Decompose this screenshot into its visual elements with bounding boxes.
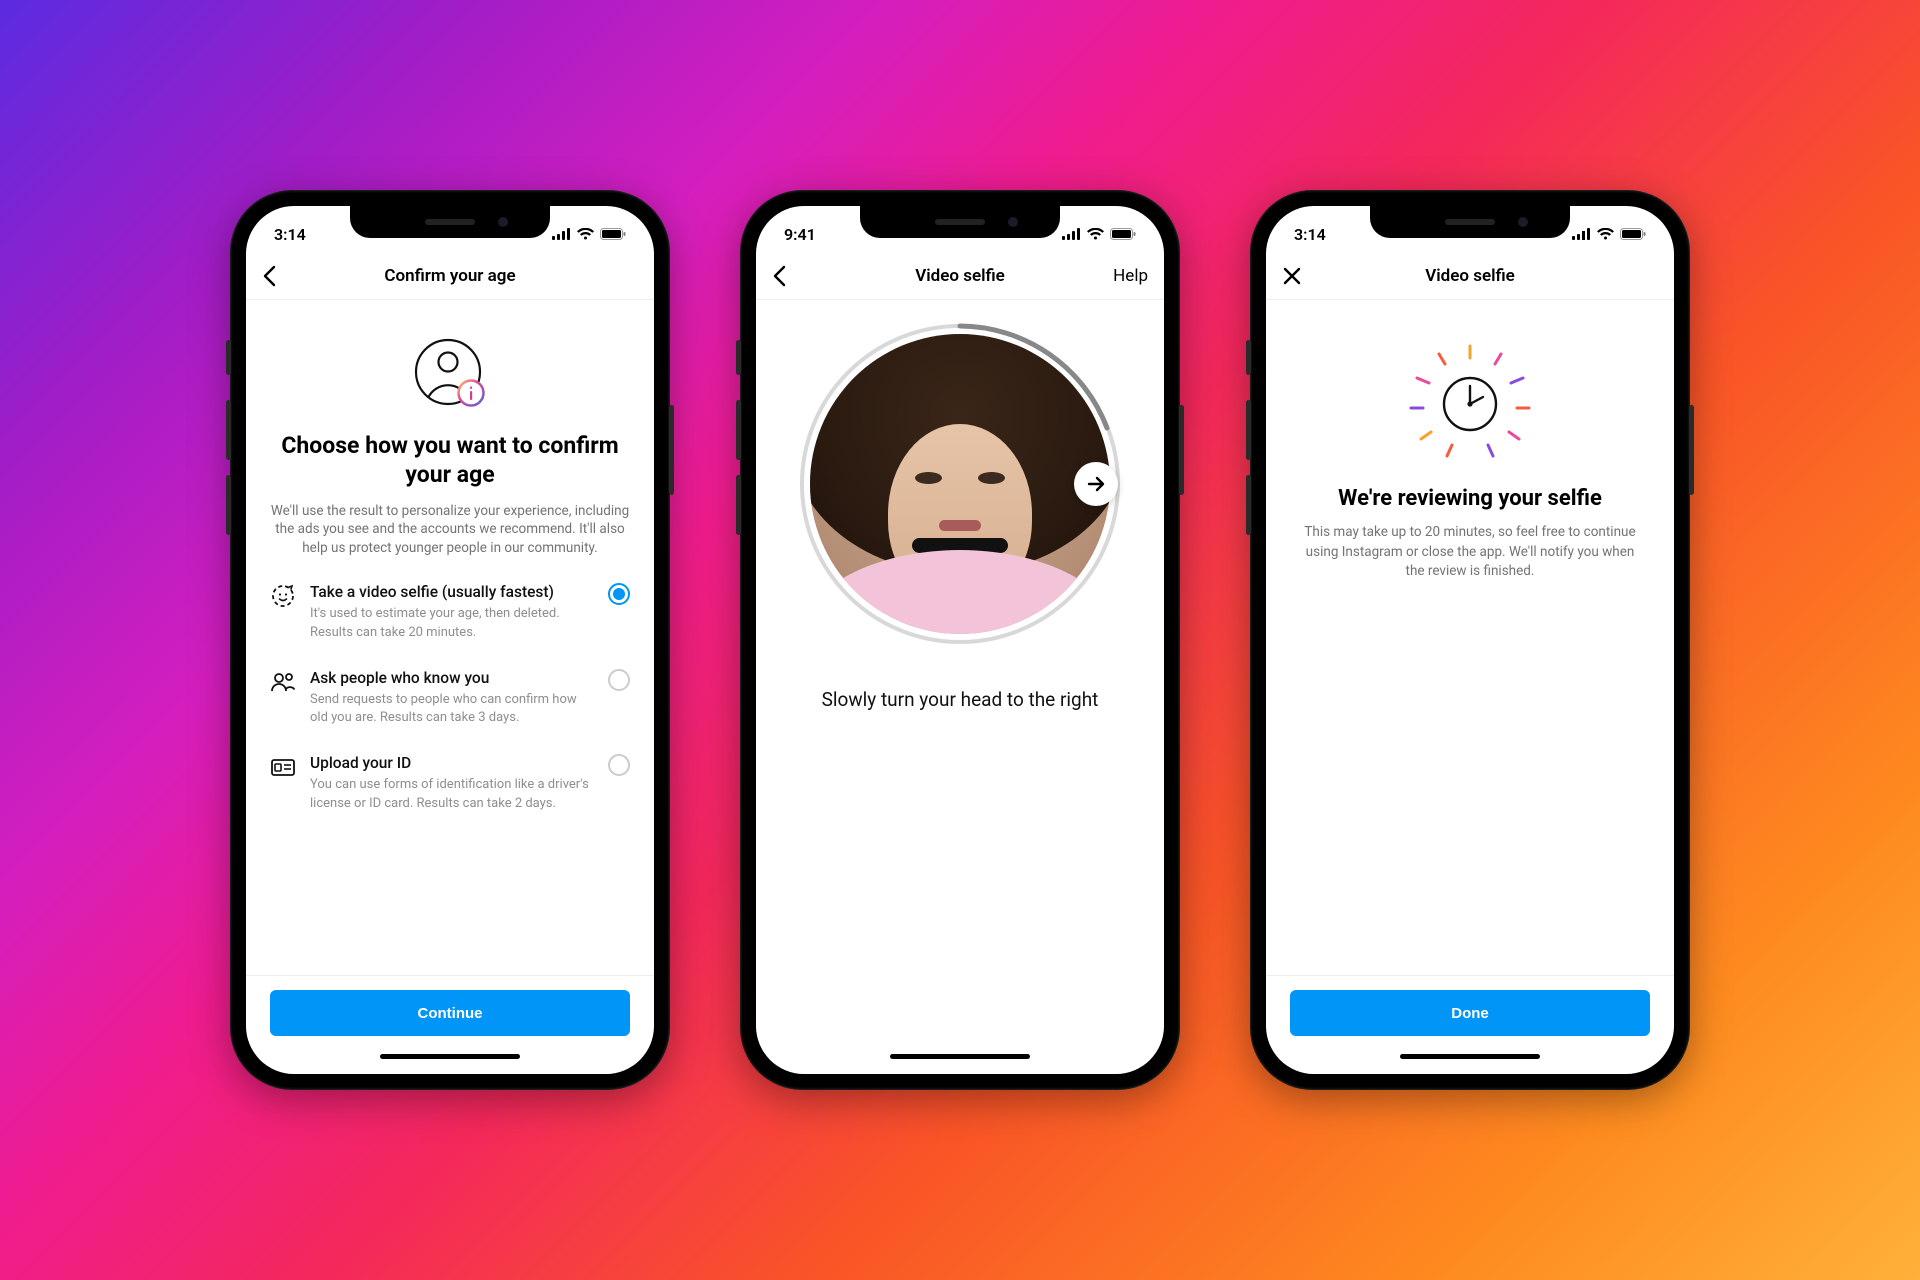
option-upload-id[interactable]: Upload your ID You can use forms of iden… — [270, 753, 630, 813]
id-card-icon — [270, 754, 296, 784]
selfie-preview — [810, 334, 1110, 634]
screen-1: 3:14 Confirm your age — [246, 206, 654, 1074]
chevron-left-icon — [262, 265, 276, 287]
help-link[interactable]: Help — [1108, 266, 1148, 286]
wifi-icon — [1597, 228, 1614, 240]
option-title: Ask people who know you — [310, 668, 594, 688]
status-time: 3:14 — [1294, 225, 1326, 244]
wifi-icon — [1087, 228, 1104, 240]
home-indicator — [756, 1044, 1164, 1074]
chevron-left-icon — [772, 265, 786, 287]
option-desc: You can use forms of identification like… — [310, 776, 594, 812]
screen-2: 9:41 Video selfie Help — [756, 206, 1164, 1074]
phone-mockup-2: 9:41 Video selfie Help — [740, 190, 1180, 1090]
status-indicators — [1062, 228, 1136, 240]
nav-title: Confirm your age — [246, 266, 654, 286]
option-video-selfie[interactable]: Take a video selfie (usually fastest) It… — [270, 582, 630, 642]
notch — [1370, 206, 1570, 238]
page-subtext: This may take up to 20 minutes, so feel … — [1290, 523, 1650, 582]
notch — [350, 206, 550, 238]
option-title: Take a video selfie (usually fastest) — [310, 582, 594, 602]
page-heading: We're reviewing your selfie — [1290, 486, 1650, 511]
option-ask-people[interactable]: Ask people who know you Send requests to… — [270, 668, 630, 728]
selfie-capture-ring — [810, 334, 1110, 634]
button-label: Done — [1451, 1005, 1489, 1022]
option-desc: It's used to estimate your age, then del… — [310, 605, 594, 641]
page-heading: Choose how you want to confirm your age — [270, 432, 630, 490]
close-button[interactable] — [1282, 266, 1322, 286]
home-indicator — [246, 1044, 654, 1074]
phone-mockup-1: 3:14 Confirm your age — [230, 190, 670, 1090]
option-desc: Send requests to people who can confirm … — [310, 691, 594, 727]
nav-title: Video selfie — [756, 266, 1164, 286]
nav-title: Video selfie — [1266, 266, 1674, 286]
battery-icon — [1620, 228, 1646, 240]
battery-icon — [600, 228, 626, 240]
status-time: 9:41 — [784, 225, 816, 244]
continue-button[interactable]: Continue — [270, 990, 630, 1036]
page-subtext: We'll use the result to personalize your… — [270, 502, 630, 559]
button-label: Continue — [418, 1005, 483, 1022]
arrow-right-icon — [1085, 473, 1107, 495]
done-button[interactable]: Done — [1290, 990, 1650, 1036]
nav-bar: Confirm your age — [246, 252, 654, 300]
options-list: Take a video selfie (usually fastest) It… — [270, 582, 630, 813]
status-indicators — [552, 228, 626, 240]
radio-selected[interactable] — [608, 583, 630, 605]
instruction-text: Slowly turn your head to the right — [822, 688, 1099, 711]
back-button[interactable] — [772, 265, 812, 287]
people-icon — [270, 669, 296, 699]
turn-right-indicator — [1074, 462, 1118, 506]
radio-unselected[interactable] — [608, 669, 630, 691]
home-indicator — [1266, 1044, 1674, 1074]
nav-bar: Video selfie Help — [756, 252, 1164, 300]
clock-burst-icon — [1290, 342, 1650, 460]
cellular-icon — [1062, 228, 1081, 240]
close-icon — [1282, 266, 1302, 286]
status-time: 3:14 — [274, 225, 306, 244]
nav-bar: Video selfie — [1266, 252, 1674, 300]
back-button[interactable] — [262, 265, 302, 287]
profile-info-icon — [270, 332, 630, 416]
phone-mockup-3: 3:14 Video selfie — [1250, 190, 1690, 1090]
screen-3: 3:14 Video selfie — [1266, 206, 1674, 1074]
notch — [860, 206, 1060, 238]
selfie-scan-icon — [270, 583, 296, 613]
option-title: Upload your ID — [310, 753, 594, 773]
battery-icon — [1110, 228, 1136, 240]
cellular-icon — [1572, 228, 1591, 240]
wifi-icon — [577, 228, 594, 240]
status-indicators — [1572, 228, 1646, 240]
radio-unselected[interactable] — [608, 754, 630, 776]
cellular-icon — [552, 228, 571, 240]
